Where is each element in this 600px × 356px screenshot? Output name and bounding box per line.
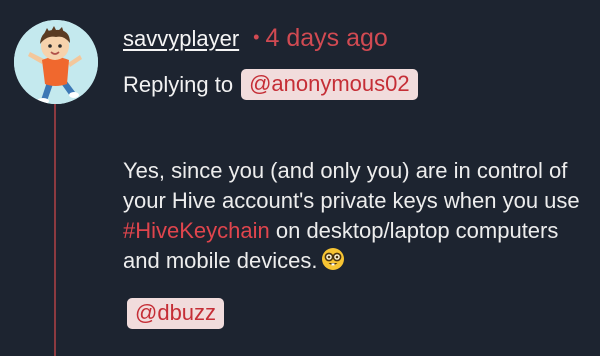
reply-to-row: Replying to @anonymous02 [123,69,418,100]
body-text-part1: Yes, since you (and only you) are in con… [123,158,580,213]
post-body: Yes, since you (and only you) are in con… [123,156,593,279]
avatar[interactable] [14,20,98,104]
mention-row: @dbuzz [127,298,225,329]
thread-line [54,100,56,356]
post-body-paragraph: Yes, since you (and only you) are in con… [123,156,593,279]
post-header: savvyplayer • 4 days ago [123,24,388,58]
dbuzz-mention-link[interactable]: @dbuzz [127,298,225,329]
username-link[interactable]: savvyplayer [123,26,239,52]
timestamp: • 4 days ago [253,24,388,53]
boy-avatar-icon [14,20,98,104]
reply-to-mention-link[interactable]: @anonymous02 [241,69,418,100]
timestamp-dot: • [253,27,260,47]
timestamp-text: 4 days ago [265,24,388,52]
reply-label: Replying to [123,71,234,97]
nerd-face-icon [321,247,345,279]
hashtag-link[interactable]: #HiveKeychain [123,218,270,243]
